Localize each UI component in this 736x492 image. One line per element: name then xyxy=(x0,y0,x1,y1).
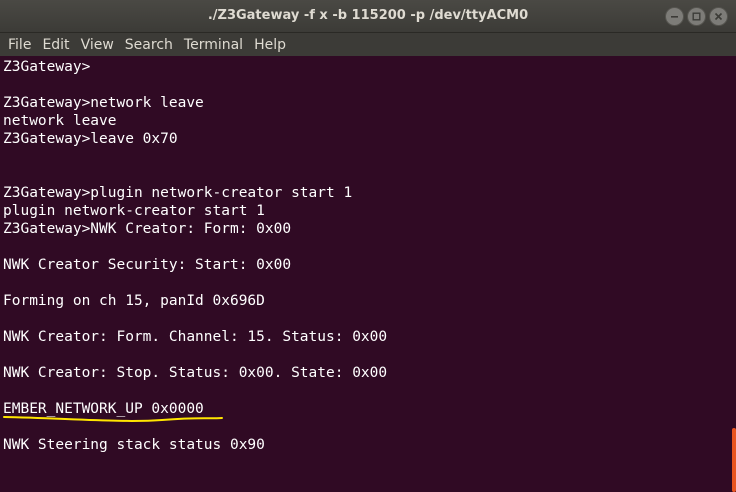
window-title: ./Z3Gateway -f x -b 115200 -p /dev/ttyAC… xyxy=(207,8,529,23)
terminal-line: Forming on ch 15, panId 0x696D xyxy=(3,293,265,309)
close-icon xyxy=(714,12,723,21)
window-controls xyxy=(665,7,728,26)
menu-edit[interactable]: Edit xyxy=(38,37,72,53)
menu-view[interactable]: View xyxy=(77,37,117,53)
terminal-line: Z3Gateway>leave 0x70 xyxy=(3,131,178,147)
maximize-button[interactable] xyxy=(687,7,706,26)
terminal-line: Z3Gateway>NWK Creator: Form: 0x00 xyxy=(3,221,292,237)
terminal-line: NWK Steering stack status 0x90 xyxy=(3,437,265,453)
yellow-underline-annotation xyxy=(3,416,223,422)
terminal-line: Z3Gateway>network leave xyxy=(3,95,204,111)
terminal-line: network leave xyxy=(3,113,117,129)
terminal-line: NWK Creator Security: Start: 0x00 xyxy=(3,257,292,273)
menu-bar: File Edit View Search Terminal Help xyxy=(0,33,736,56)
title-bar: ./Z3Gateway -f x -b 115200 -p /dev/ttyAC… xyxy=(0,0,736,33)
minimize-button[interactable] xyxy=(665,7,684,26)
menu-search[interactable]: Search xyxy=(121,37,176,53)
terminal-line: Z3Gateway>plugin network-creator start 1 xyxy=(3,185,353,201)
terminal-line: NWK Creator: Stop. Status: 0x00. State: … xyxy=(3,365,388,381)
maximize-icon xyxy=(692,12,701,21)
terminal-line: Z3Gateway> xyxy=(3,59,91,75)
minimize-icon xyxy=(671,16,678,18)
scrollbar-thumb[interactable] xyxy=(732,428,736,492)
close-button[interactable] xyxy=(709,7,728,26)
terminal-output[interactable]: Z3Gateway> Z3Gateway>network leave netwo… xyxy=(0,56,730,492)
menu-terminal[interactable]: Terminal xyxy=(180,37,246,53)
menu-file[interactable]: File xyxy=(4,37,34,53)
menu-help[interactable]: Help xyxy=(250,37,289,53)
terminal-scrollbar[interactable] xyxy=(730,56,736,492)
terminal-line: NWK Creator: Form. Channel: 15. Status: … xyxy=(3,329,388,345)
terminal-line: plugin network-creator start 1 xyxy=(3,203,265,219)
